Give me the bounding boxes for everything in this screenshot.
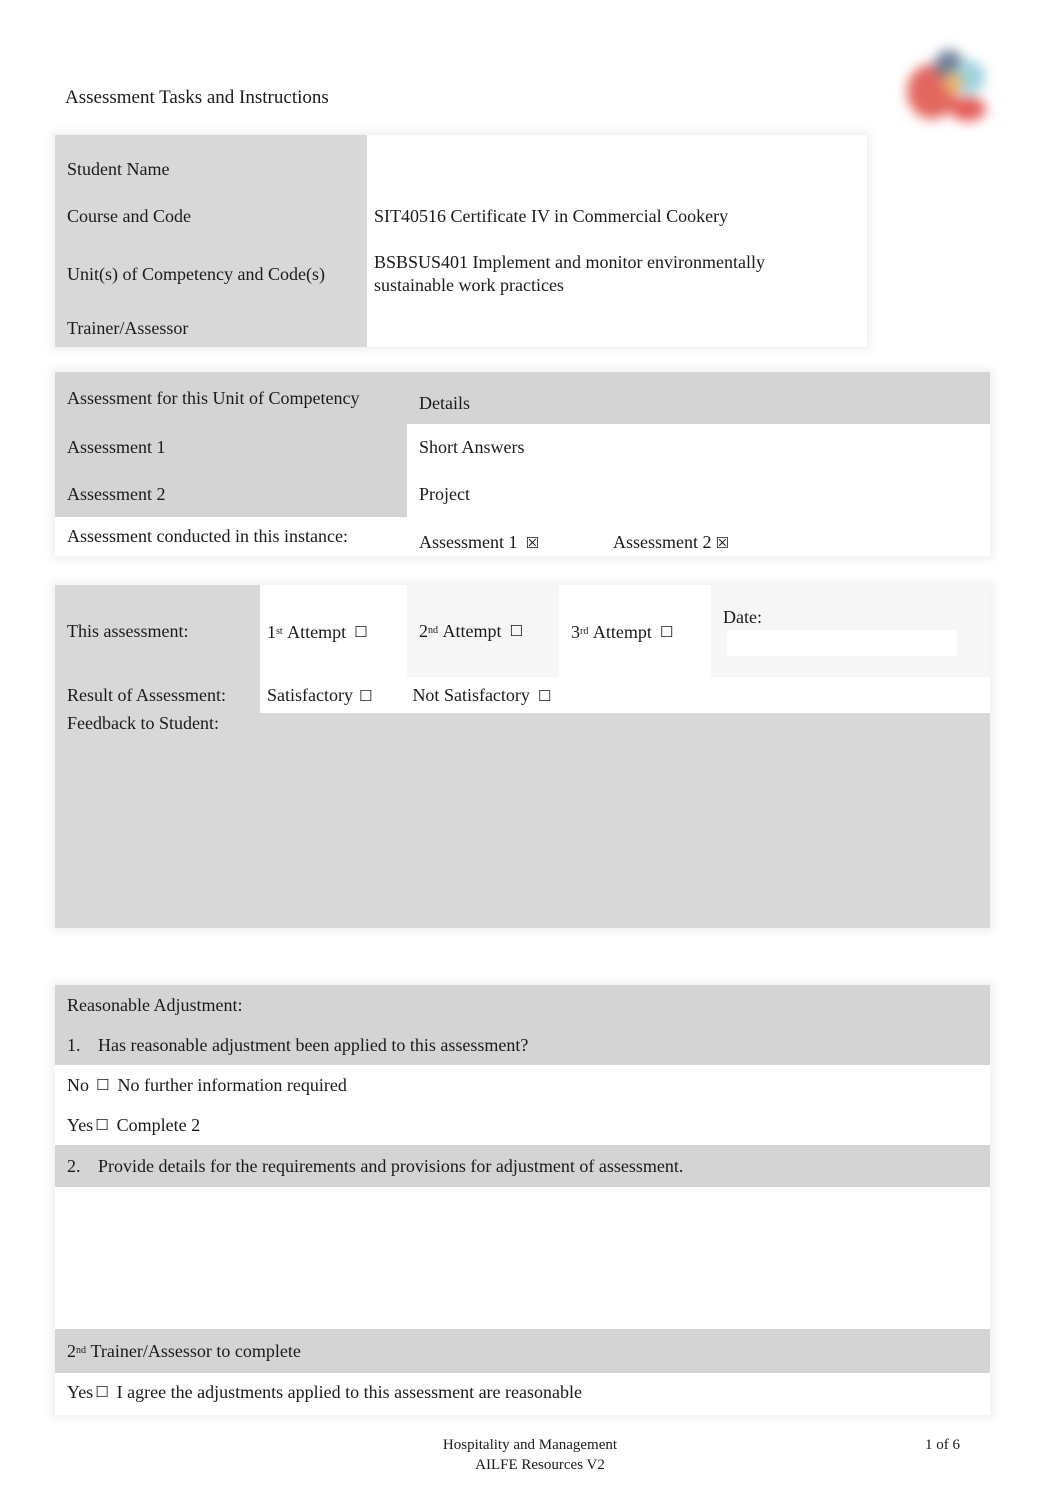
checked-box-icon[interactable]: ☒ [716, 534, 729, 552]
result-options-row: Satisfactory ☐ Not Satisfactory ☐ [260, 677, 984, 713]
checkbox-icon[interactable]: ☐ [538, 687, 551, 705]
assessment-table: Assessment for this Unit of Competency D… [55, 372, 990, 556]
page-title: Assessment Tasks and Instructions [65, 87, 329, 108]
assessment-2-detail: Project [407, 471, 984, 517]
course-code-value: SIT40516 Certificate IV in Commercial Co… [367, 193, 861, 239]
trainer-assessor-label: Trainer/Assessor [55, 309, 367, 347]
checkbox-icon[interactable]: ☐ [510, 622, 523, 640]
checkbox-icon[interactable]: ☐ [359, 687, 372, 705]
adjustment-details-field[interactable] [55, 1193, 984, 1321]
result-table: This assessment: 1st Attempt ☐ 2nd Attemp… [55, 585, 990, 928]
page-number: 1 of 6 [925, 1437, 960, 1453]
result-label: Result of Assessment: [55, 677, 260, 713]
checkbox-icon[interactable]: ☐ [660, 623, 673, 641]
date-field[interactable] [727, 630, 957, 656]
assessment-2-conducted[interactable]: Assessment 2 ☒ [613, 532, 729, 553]
student-info-table: Student Name Course and Code SIT40516 Ce… [55, 135, 867, 347]
unit-competency-value: BSBSUS401 Implement and monitor environm… [367, 239, 861, 309]
assessment-2-label: Assessment 2 [55, 471, 407, 517]
assessment-1-conducted[interactable]: Assessment 1 ☒ [419, 532, 539, 553]
question-2: 2. Provide details for the requirements a… [55, 1145, 990, 1187]
no-option-row[interactable]: No ☐ No further information required [55, 1065, 984, 1105]
agree-option-row[interactable]: Yes ☐ I agree the adjustments applied to t… [55, 1373, 984, 1411]
institution-logo-icon [895, 42, 995, 127]
yes-option-row[interactable]: Yes ☐ Complete 2 [55, 1105, 984, 1145]
attempt-1-option[interactable]: 1st Attempt ☐ [260, 593, 405, 671]
this-assessment-label: This assessment: [55, 585, 260, 677]
checked-box-icon[interactable]: ☒ [526, 534, 539, 552]
footer-line-2: AILFE Resources V2 [475, 1457, 605, 1473]
checkbox-icon[interactable]: ☐ [95, 1116, 108, 1134]
attempt-2-option[interactable]: 2nd Attempt ☐ [407, 585, 559, 677]
attempt-3-option[interactable]: 3rd Attempt ☐ [563, 593, 709, 671]
unit-competency-label: Unit(s) of Competency and Code(s) [55, 239, 367, 309]
trainer-assessor-field[interactable] [367, 309, 861, 341]
checkbox-icon[interactable]: ☐ [96, 1076, 109, 1094]
second-assessor-heading: 2nd Trainer/Assessor to complete [55, 1329, 990, 1373]
assessment-1-label: Assessment 1 [55, 424, 407, 471]
course-code-label: Course and Code [55, 193, 367, 239]
checkbox-icon[interactable]: ☐ [354, 623, 367, 641]
satisfactory-option[interactable]: Satisfactory ☐ [267, 685, 372, 706]
student-name-label: Student Name [55, 135, 367, 193]
assessment-header-col1: Assessment for this Unit of Competency [55, 372, 990, 424]
reasonable-adjustment-heading: Reasonable Adjustment: [55, 985, 990, 1025]
not-satisfactory-option[interactable]: Not Satisfactory ☐ [412, 685, 551, 706]
student-name-field[interactable] [367, 141, 861, 181]
feedback-area[interactable]: Feedback to Student: [55, 713, 990, 928]
question-1: 1. Has reasonable adjustment been applied… [55, 1025, 990, 1065]
footer-line-1: Hospitality and Management [442, 1437, 618, 1453]
assessment-1-detail: Short Answers [407, 424, 984, 471]
reasonable-adjustment-table: Reasonable Adjustment: 1. Has reasonable … [55, 985, 990, 1415]
checkbox-icon[interactable]: ☐ [95, 1383, 108, 1401]
assessment-header-col2: Details [419, 393, 470, 413]
